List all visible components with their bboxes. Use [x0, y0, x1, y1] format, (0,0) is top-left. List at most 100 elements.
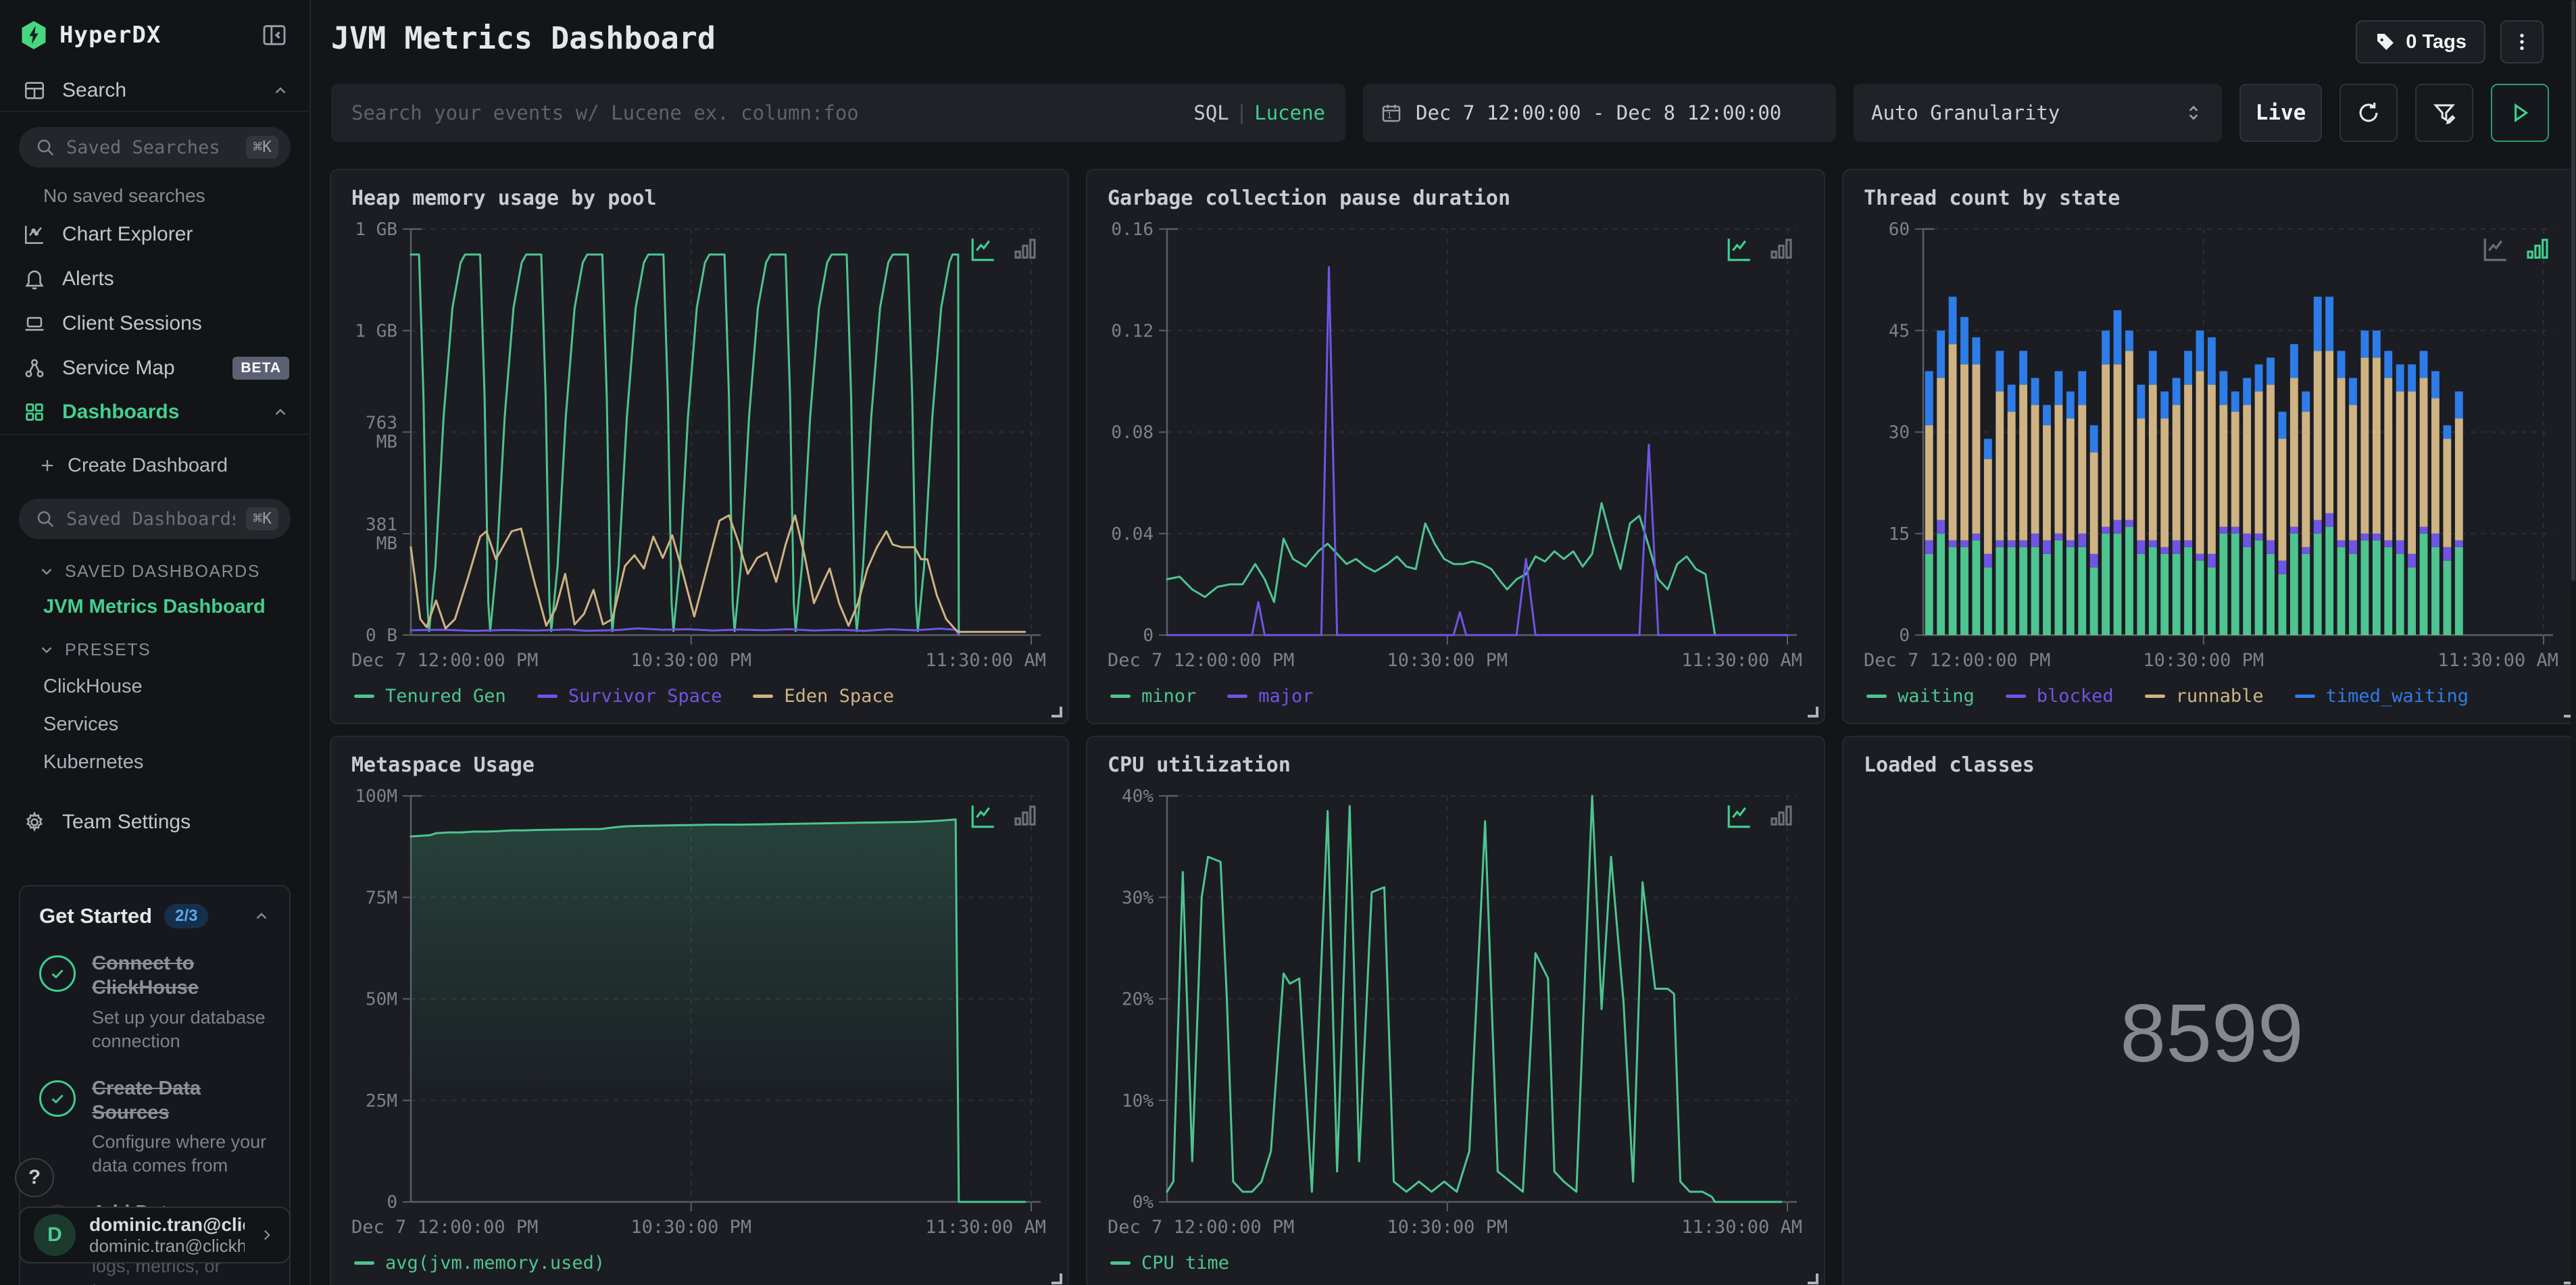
chevron-up-icon[interactable]	[253, 907, 270, 925]
bar-chart-mode-icon[interactable]	[1767, 235, 1795, 263]
legend-swatch	[354, 1261, 374, 1265]
user-menu[interactable]: D dominic.tran@clic... dominic.tran@clic…	[19, 1207, 291, 1263]
tags-button[interactable]: 0 Tags	[2356, 20, 2485, 64]
bar-chart-mode-icon[interactable]	[2523, 235, 2552, 263]
legend-item[interactable]: blocked	[2005, 686, 2114, 707]
svg-text:40%: 40%	[1122, 786, 1154, 807]
sidebar-item-client-sessions[interactable]: Client Sessions	[0, 301, 309, 346]
legend-swatch	[1227, 694, 1248, 698]
legend-item[interactable]: CPU time	[1110, 1253, 1229, 1274]
legend-swatch	[1110, 694, 1131, 698]
date-range-picker[interactable]: 1 Dec 7 12:00:00 - Dec 8 12:00:00	[1363, 84, 1836, 142]
bar-chart-mode-icon[interactable]	[1011, 802, 1039, 830]
plus-icon	[41, 459, 53, 472]
gc-pause-chart[interactable]: 0 0.04 0.08 0.12 0.16 Dec 7 12:00:00 PM 10:30:…	[1108, 218, 1804, 675]
legend-swatch	[753, 694, 774, 698]
tag-icon	[2377, 34, 2394, 50]
saved-dashboards-input[interactable]: Saved Dashboards ⌘K	[19, 499, 291, 539]
thread-count-chart[interactable]: 0 15 30 45 60 Dec 7 12:00:00 PM 10:30:00 PM 11:…	[1864, 218, 2560, 675]
line-chart-mode-icon[interactable]	[1725, 235, 1754, 263]
sql-toggle: SQL	[1193, 101, 1229, 124]
cpu-chart[interactable]: 0% 10% 20% 30% 40% Dec 7 12:00:00 PM 10:30:00 …	[1108, 785, 1804, 1242]
line-chart-mode-icon[interactable]	[969, 235, 997, 263]
saved-searches-input[interactable]: Saved Searches ⌘K	[19, 127, 291, 168]
search-section-icon	[23, 78, 47, 103]
user-name: dominic.tran@clic...	[89, 1213, 245, 1235]
svg-text:0.08: 0.08	[1111, 423, 1154, 443]
panel-resize-handle[interactable]	[1051, 1274, 1062, 1284]
legend-swatch	[537, 694, 558, 698]
sidebar-item-team-settings[interactable]: Team Settings	[0, 801, 309, 843]
more-menu-button[interactable]	[2500, 20, 2544, 64]
calendar-icon: 1	[1382, 105, 1401, 122]
brand[interactable]: HyperDX	[20, 20, 259, 50]
line-chart-mode-icon[interactable]	[2481, 235, 2510, 263]
preset-services[interactable]: Services	[0, 705, 309, 743]
legend-item[interactable]: timed_waiting	[2294, 686, 2469, 707]
query-language-toggle[interactable]: SQL | Lucene	[1193, 101, 1325, 124]
run-query-button[interactable]	[2491, 84, 2549, 142]
legend-item[interactable]: runnable	[2144, 686, 2264, 707]
metaspace-chart[interactable]: 0 25M 50M 75M 100M Dec 7 12:00:00 PM 10:30:00 …	[351, 785, 1047, 1242]
search-icon	[35, 509, 55, 529]
presets-heading[interactable]: PRESETS	[0, 632, 309, 667]
panel-resize-handle[interactable]	[1808, 707, 1818, 717]
section-heading-label: PRESETS	[65, 640, 151, 659]
line-chart-mode-icon[interactable]	[969, 802, 997, 830]
legend-item[interactable]: waiting	[1866, 686, 1975, 707]
sidebar-item-dashboards[interactable]: Dashboards	[0, 390, 309, 435]
preset-clickhouse[interactable]: ClickHouse	[0, 667, 309, 705]
sidebar-item-label: Search	[62, 79, 127, 101]
chevron-up-icon[interactable]	[272, 403, 289, 421]
get-started-title: Get Started	[39, 904, 153, 928]
sidebar-collapse-icon[interactable]	[259, 20, 289, 50]
chart-legend: minor major	[1108, 675, 1804, 717]
sidebar-item-chart-explorer[interactable]: Chart Explorer	[0, 212, 309, 257]
scrollbar[interactable]	[2571, 0, 2576, 1285]
panel-title: Metaspace Usage	[351, 753, 535, 777]
svg-text:0.12: 0.12	[1111, 321, 1154, 341]
panel-resize-handle[interactable]	[1808, 1274, 1818, 1284]
saved-dashboards-heading[interactable]: SAVED DASHBOARDS	[0, 554, 309, 589]
panel-title: Heap memory usage by pool	[351, 186, 657, 210]
scrollbar-thumb[interactable]	[2571, 0, 2575, 581]
get-started-progress-badge: 2/3	[164, 904, 209, 928]
granularity-select[interactable]: Auto Granularity	[1854, 84, 2222, 142]
chevron-right-icon	[264, 1230, 270, 1240]
live-button[interactable]: Live	[2239, 84, 2322, 142]
legend-item[interactable]: minor	[1110, 686, 1196, 707]
legend-item[interactable]: Tenured Gen	[354, 686, 506, 707]
sidebar-item-alerts[interactable]: Alerts	[0, 257, 309, 301]
step-title: Create Data Sources	[92, 1077, 201, 1124]
panel-resize-handle[interactable]	[1051, 707, 1062, 717]
legend-item[interactable]: avg(jvm.memory.used)	[354, 1253, 605, 1274]
heap-memory-chart[interactable]: 0 B 381 MB 763 MB 1 GB 1 GB Dec 7 12:00:00 PM 10…	[351, 218, 1047, 675]
get-started-step-connect[interactable]: Connect to ClickHouse Set up your databa…	[39, 951, 270, 1053]
svg-text:381MB: 381 MB	[366, 515, 397, 554]
legend-item[interactable]: Eden Space	[753, 686, 894, 707]
dashboard-link-label: JVM Metrics Dashboard	[43, 595, 266, 618]
legend-item[interactable]: major	[1227, 686, 1314, 707]
dashboard-link-jvm-metrics[interactable]: JVM Metrics Dashboard	[0, 589, 309, 624]
check-circle-icon	[39, 955, 76, 992]
chevron-down-icon	[41, 568, 52, 575]
get-started-step-sources[interactable]: Create Data Sources Configure where your…	[39, 1076, 270, 1178]
legend-item[interactable]: Survivor Space	[537, 686, 722, 707]
help-button[interactable]: ?	[15, 1158, 54, 1197]
panel-thread-count: Thread count by state 0 15 30 45 60 Dec 7 12:…	[1842, 169, 2576, 724]
loaded-classes-value[interactable]: 8599	[1864, 785, 2560, 1280]
refresh-button[interactable]	[2339, 84, 2398, 142]
bar-chart-mode-icon[interactable]	[1767, 802, 1795, 830]
bar-chart-mode-icon[interactable]	[1011, 235, 1039, 263]
no-saved-searches-text: No saved searches	[43, 185, 205, 206]
svg-text:Dec 7 12:00:00 PM: Dec 7 12:00:00 PM	[351, 1217, 538, 1238]
granularity-value: Auto Granularity	[1871, 101, 2060, 124]
chevron-up-icon[interactable]	[272, 82, 289, 99]
sidebar-item-service-map[interactable]: Service Map BETA	[0, 346, 309, 390]
preset-kubernetes[interactable]: Kubernetes	[0, 743, 309, 781]
filter-button[interactable]	[2415, 84, 2473, 142]
line-chart-mode-icon[interactable]	[1725, 802, 1754, 830]
sidebar-item-search[interactable]: Search	[0, 70, 309, 112]
event-search-input[interactable]: Search your events w/ Lucene ex. column:…	[331, 84, 1345, 142]
create-dashboard-button[interactable]: Create Dashboard	[0, 445, 309, 486]
